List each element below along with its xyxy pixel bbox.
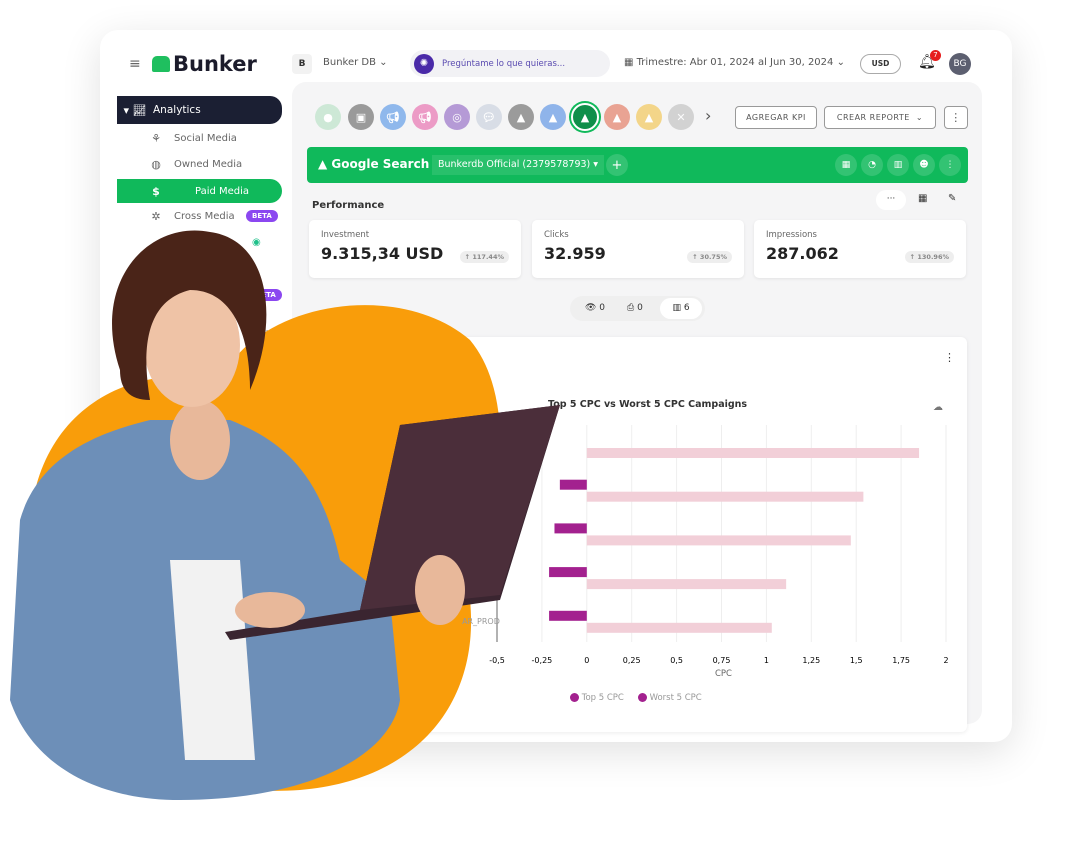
category-label: AR_PROD [462,617,500,626]
legend-dot [637,693,647,702]
woman-hand-left [235,592,305,628]
legend-label: Top 5 CPC [581,693,624,703]
woman-with-laptop-illustration [10,230,560,800]
legend-label: Worst 5 CPC [649,693,702,703]
chart-legend: Top 5 CPC Worst 5 CPC [570,693,702,703]
x-axis-label: CPC [715,669,732,679]
legend-dot [570,693,579,702]
woman-hand [415,555,465,625]
legend-item-top[interactable]: Top 5 CPC [570,693,624,703]
legend-item-worst[interactable]: Worst 5 CPC [637,693,702,703]
woman-shirt-inner [170,560,255,760]
woman-neck [170,400,230,480]
